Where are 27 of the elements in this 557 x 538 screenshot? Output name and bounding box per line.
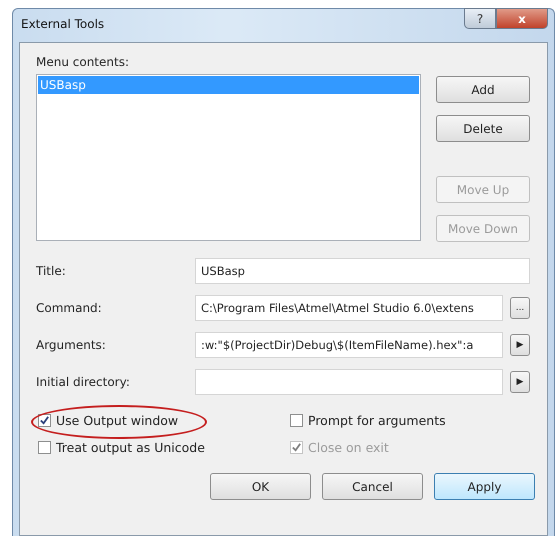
checkbox-label: Prompt for arguments (308, 413, 446, 428)
field-label: Title: (36, 264, 67, 278)
close-button[interactable]: x (496, 8, 548, 29)
input-field[interactable] (195, 369, 503, 395)
input-field[interactable]: :w:"$(ProjectDir)Debug\$(ItemFileName).hex":a (195, 332, 503, 358)
browse-button[interactable]: ... (510, 297, 530, 319)
checkbox[interactable] (290, 414, 303, 427)
input-field[interactable]: C:\Program Files\Atmel\Atmel Studio 6.0\extens (195, 295, 503, 321)
window-title: External Tools (21, 17, 104, 31)
checkbox-label: Use Output window (56, 413, 178, 428)
checkbox[interactable] (38, 414, 51, 427)
side-button[interactable]: Add (436, 76, 530, 103)
help-button[interactable]: ? (464, 8, 496, 29)
dialog-button[interactable]: OK (210, 473, 311, 500)
field-label: Command: (36, 301, 103, 315)
field-label: Initial directory: (36, 375, 131, 389)
side-button[interactable]: Delete (436, 115, 530, 142)
checkbox-label: Close on exit (308, 440, 389, 455)
dialog-button[interactable]: Apply (434, 473, 535, 500)
checkbox[interactable] (38, 441, 51, 454)
checkbox-label: Treat output as Unicode (56, 440, 205, 455)
insert-button[interactable]: ▶ (510, 334, 530, 356)
menu-contents-label: Menu contents: (36, 55, 130, 69)
input-field[interactable]: USBasp (195, 258, 530, 284)
insert-button[interactable]: ▶ (510, 371, 530, 393)
dialog-button[interactable]: Cancel (322, 473, 423, 500)
field-label: Arguments: (36, 338, 107, 352)
